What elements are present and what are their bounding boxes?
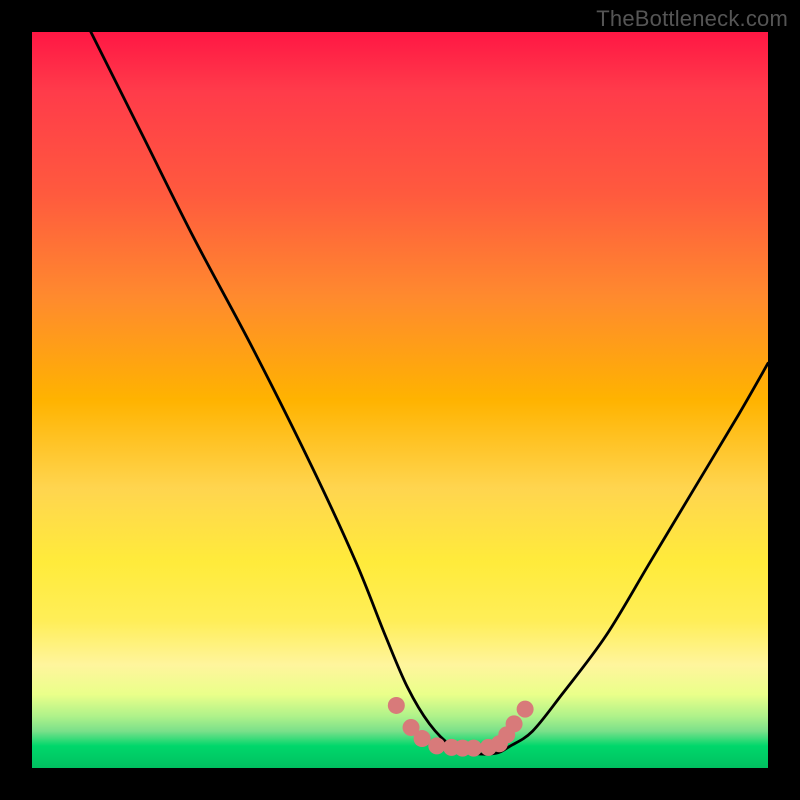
trough-marker: [388, 697, 405, 714]
trough-markers: [388, 697, 534, 757]
trough-marker: [506, 715, 523, 732]
trough-marker: [517, 701, 534, 718]
plot-area: [32, 32, 768, 768]
chart-svg: [32, 32, 768, 768]
trough-marker: [428, 737, 445, 754]
watermark-text: TheBottleneck.com: [596, 6, 788, 32]
trough-marker: [465, 740, 482, 757]
chart-container: TheBottleneck.com: [0, 0, 800, 800]
trough-marker: [414, 730, 431, 747]
curve-line: [91, 32, 768, 754]
curve-path: [91, 32, 768, 754]
